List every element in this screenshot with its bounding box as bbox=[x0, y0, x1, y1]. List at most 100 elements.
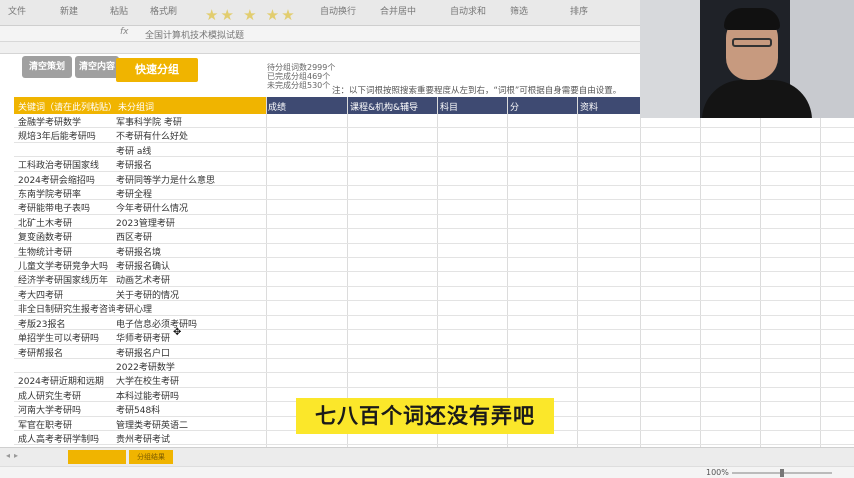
header-course[interactable]: 课程&机构&辅导 bbox=[350, 100, 418, 113]
ribbon-item-wrap[interactable]: 自动换行 bbox=[320, 4, 356, 17]
table-row[interactable]: 考研 a线 bbox=[14, 143, 854, 158]
row-number[interactable] bbox=[0, 345, 14, 359]
table-row[interactable]: 单招学生可以考研吗 华师考研考研 bbox=[14, 330, 854, 345]
ribbon-item-filter[interactable]: 筛选 bbox=[510, 4, 528, 17]
ungrouped-cell[interactable]: 大学在校生考研 bbox=[116, 374, 179, 387]
fx-icon[interactable]: fx bbox=[120, 27, 129, 37]
header-material[interactable]: 资料 bbox=[580, 100, 598, 113]
row-number[interactable] bbox=[0, 186, 14, 200]
row-number[interactable] bbox=[0, 229, 14, 243]
table-row[interactable]: 东南学院考研率 考研全程 bbox=[14, 186, 854, 201]
ungrouped-cell[interactable]: 西区考研 bbox=[116, 230, 152, 243]
quick-group-button[interactable]: 快速分组 bbox=[116, 58, 198, 82]
ungrouped-cell[interactable]: 考研报名户口 bbox=[116, 346, 170, 359]
ungrouped-cell[interactable]: 贵州考研考试 bbox=[116, 432, 170, 445]
table-row[interactable]: 2024考研近期和远期 大学在校生考研 bbox=[14, 373, 854, 388]
ribbon-item-paste[interactable]: 粘贴 bbox=[110, 4, 128, 17]
table-row[interactable]: 2024考研会缩招吗 考研同等学力是什么意思 bbox=[14, 172, 854, 187]
keyword-cell[interactable]: 考研能带电子表吗 bbox=[18, 201, 115, 214]
table-row[interactable]: 2022考研数学 bbox=[14, 359, 854, 374]
ribbon-item-sort[interactable]: 排序 bbox=[570, 4, 588, 17]
row-number[interactable] bbox=[0, 114, 14, 128]
formula-content[interactable]: 全国计算机技术模拟试题 bbox=[145, 28, 244, 41]
keyword-cell[interactable]: 金融学考研数学 bbox=[18, 115, 115, 128]
zoom-level[interactable]: 100% bbox=[706, 468, 729, 477]
row-number[interactable] bbox=[0, 215, 14, 229]
sheet-tab-results[interactable]: 分组结果 bbox=[129, 450, 173, 464]
keyword-cell[interactable]: 经济学考研国家线历年 bbox=[18, 273, 115, 286]
table-row[interactable]: 考大四考研 关于考研的情况 bbox=[14, 287, 854, 302]
row-number[interactable] bbox=[0, 431, 14, 445]
ungrouped-cell[interactable]: 关于考研的情况 bbox=[116, 288, 179, 301]
keyword-cell[interactable]: 北矿土木考研 bbox=[18, 216, 115, 229]
name-box[interactable] bbox=[4, 28, 94, 40]
row-number[interactable] bbox=[0, 388, 14, 402]
keyword-cell[interactable]: 成人研究生考研 bbox=[18, 389, 115, 402]
row-number[interactable] bbox=[0, 417, 14, 431]
keyword-cell[interactable]: 成人高考考研学制吗 bbox=[18, 432, 115, 445]
keyword-cell[interactable]: 生物统计考研 bbox=[18, 245, 115, 258]
keyword-cell[interactable]: 复变函数考研 bbox=[18, 230, 115, 243]
row-number[interactable] bbox=[0, 316, 14, 330]
ribbon-item-format-painter[interactable]: 格式刷 bbox=[150, 4, 177, 17]
keyword-cell[interactable]: 东南学院考研率 bbox=[18, 187, 115, 200]
keyword-cell[interactable]: 考大四考研 bbox=[18, 288, 115, 301]
row-number[interactable] bbox=[0, 244, 14, 258]
ungrouped-cell[interactable]: 考研报名确认 bbox=[116, 259, 170, 272]
ribbon-item-new[interactable]: 新建 bbox=[60, 4, 78, 17]
header-fen[interactable]: 分 bbox=[510, 100, 519, 113]
ungrouped-cell[interactable]: 今年考研什么情况 bbox=[116, 201, 188, 214]
table-row[interactable]: 工科政治考研国家线 考研报名 bbox=[14, 157, 854, 172]
row-number[interactable] bbox=[0, 143, 14, 157]
table-row[interactable]: 考研能带电子表吗 今年考研什么情况 bbox=[14, 200, 854, 215]
ribbon-item-file[interactable]: 文件 bbox=[8, 4, 26, 17]
ungrouped-cell[interactable]: 华师考研考研 bbox=[116, 331, 170, 344]
sheet-tab-1[interactable] bbox=[68, 450, 126, 464]
ungrouped-cell[interactable]: 2023管理考研 bbox=[116, 216, 175, 229]
header-score[interactable]: 成绩 bbox=[268, 100, 286, 113]
keyword-cell[interactable]: 2024考研会缩招吗 bbox=[18, 173, 115, 186]
ribbon-item-autosum[interactable]: 自动求和 bbox=[450, 4, 486, 17]
ungrouped-cell[interactable]: 2022考研数学 bbox=[116, 360, 175, 373]
keyword-cell[interactable]: 儿童文学考研竞争大吗 bbox=[18, 259, 115, 272]
header-ungrouped[interactable]: 未分组词 bbox=[118, 100, 154, 113]
clear-plan-button[interactable]: 清空策划 bbox=[22, 56, 72, 78]
ribbon-item-merge[interactable]: 合并居中 bbox=[380, 4, 416, 17]
header-keyword[interactable]: 关键词（请在此列粘贴） bbox=[18, 100, 117, 113]
keyword-cell[interactable]: 2024考研近期和远期 bbox=[18, 374, 115, 387]
tab-nav-arrows-icon[interactable]: ◂▸ bbox=[6, 451, 22, 460]
table-row[interactable]: 北矿土木考研 2023管理考研 bbox=[14, 215, 854, 230]
row-number[interactable] bbox=[0, 128, 14, 142]
ungrouped-cell[interactable]: 考研报名 bbox=[116, 158, 152, 171]
row-number[interactable] bbox=[0, 330, 14, 344]
row-number[interactable] bbox=[0, 402, 14, 416]
ungrouped-cell[interactable]: 管理类考研英语二 bbox=[116, 418, 188, 431]
clear-content-button[interactable]: 清空内容 bbox=[75, 56, 119, 78]
ungrouped-cell[interactable]: 本科过能考研吗 bbox=[116, 389, 179, 402]
keyword-cell[interactable]: 非全日制研究生报考咨询 bbox=[18, 302, 115, 315]
row-number[interactable] bbox=[0, 373, 14, 387]
table-row[interactable]: 非全日制研究生报考咨询 考研心理 bbox=[14, 301, 854, 316]
row-number[interactable] bbox=[0, 287, 14, 301]
table-row[interactable]: 儿童文学考研竞争大吗 考研报名确认 bbox=[14, 258, 854, 273]
keyword-cell[interactable]: 考版23报名 bbox=[18, 317, 115, 330]
row-number[interactable] bbox=[0, 172, 14, 186]
ungrouped-cell[interactable]: 不考研有什么好处 bbox=[116, 129, 188, 142]
keyword-cell[interactable]: 考研帮报名 bbox=[18, 346, 115, 359]
table-row[interactable]: 复变函数考研 西区考研 bbox=[14, 229, 854, 244]
ungrouped-cell[interactable]: 考研同等学力是什么意思 bbox=[116, 173, 215, 186]
ungrouped-cell[interactable]: 动画艺术考研 bbox=[116, 273, 170, 286]
table-row[interactable]: 考版23报名 电子信息必须考研吗 bbox=[14, 316, 854, 331]
row-number[interactable] bbox=[0, 200, 14, 214]
table-row[interactable]: 考研帮报名 考研报名户口 bbox=[14, 345, 854, 359]
table-row[interactable]: 规培3年后能考研吗 不考研有什么好处 bbox=[14, 128, 854, 143]
keyword-cell[interactable]: 工科政治考研国家线 bbox=[18, 158, 115, 171]
keyword-cell[interactable]: 军官在职考研 bbox=[18, 418, 115, 431]
row-number[interactable] bbox=[0, 359, 14, 373]
ungrouped-cell[interactable]: 考研 a线 bbox=[116, 144, 151, 157]
ungrouped-cell[interactable]: 电子信息必须考研吗 bbox=[116, 317, 197, 330]
zoom-slider-thumb[interactable] bbox=[780, 469, 784, 477]
row-number[interactable] bbox=[0, 272, 14, 286]
keyword-cell[interactable]: 单招学生可以考研吗 bbox=[18, 331, 115, 344]
row-number[interactable] bbox=[0, 258, 14, 272]
